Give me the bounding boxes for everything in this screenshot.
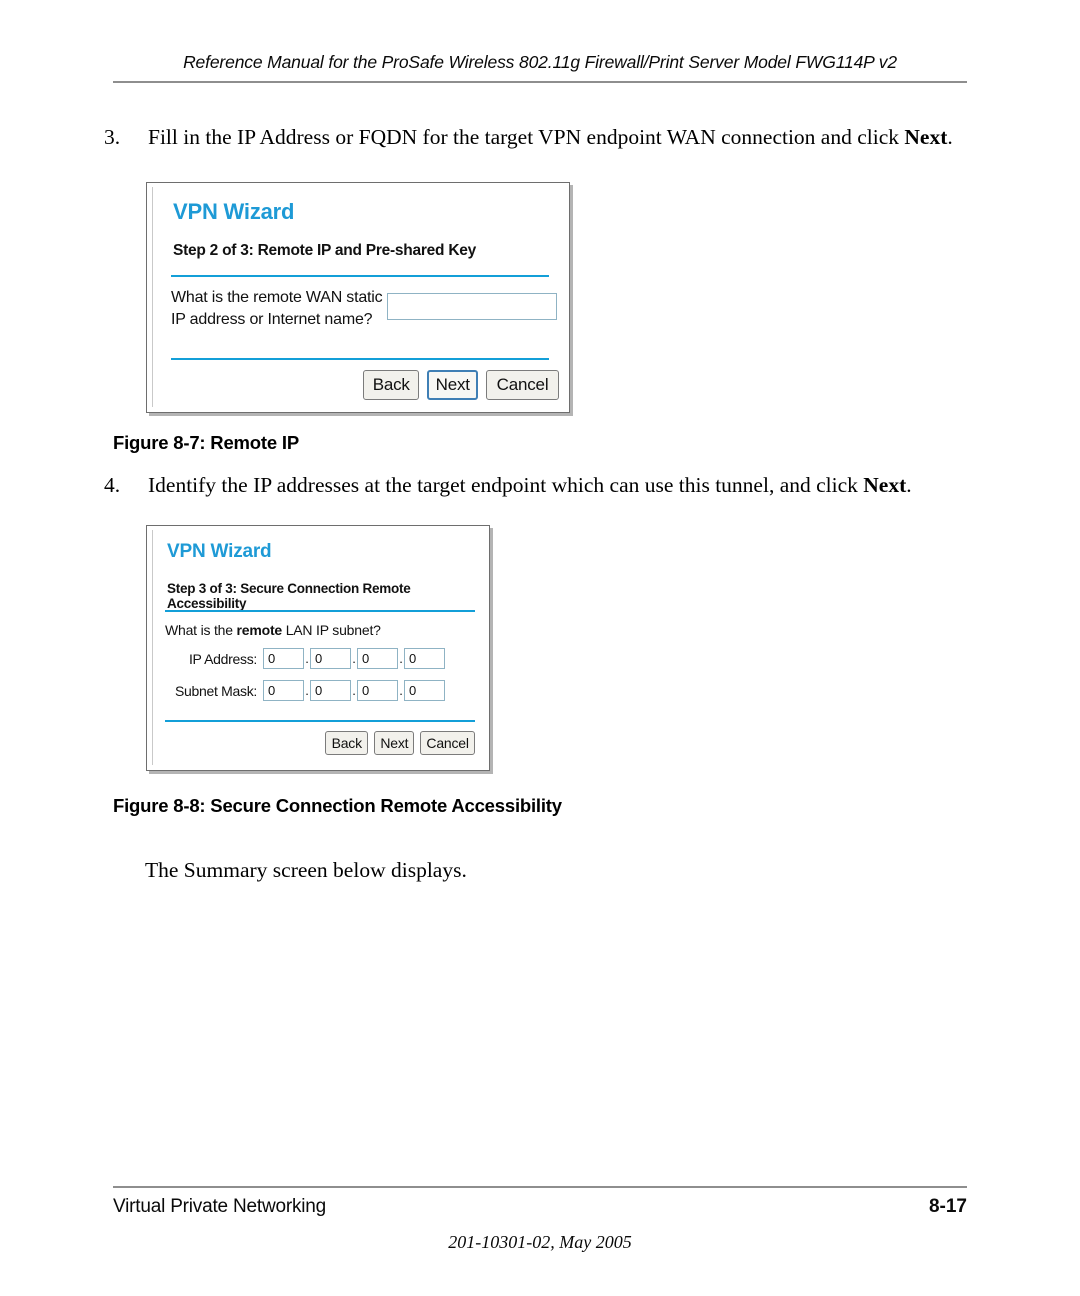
step-number: 4. xyxy=(104,473,121,497)
back-button[interactable]: Back xyxy=(363,370,420,400)
dialog-title: VPN Wizard xyxy=(167,541,272,562)
dialog-inner-panel: VPN Wizard Step 3 of 3: Secure Connectio… xyxy=(152,530,484,765)
step-text: Identify the IP addresses at the target … xyxy=(148,472,912,499)
figure-caption-8-7: Figure 8-7: Remote IP xyxy=(113,432,299,453)
step-item-3: 3. Fill in the IP Address or FQDN for th… xyxy=(104,124,953,151)
ip-address-octet-3[interactable] xyxy=(357,648,398,669)
cancel-button[interactable]: Cancel xyxy=(486,370,559,400)
ip-address-octet-4[interactable] xyxy=(404,648,445,669)
dialog-divider-bottom xyxy=(171,358,549,360)
step-text-after: . xyxy=(906,473,912,497)
footer-page-number: 8-17 xyxy=(928,1196,967,1217)
step-text-bold: Next xyxy=(863,473,907,497)
page-footer-divider xyxy=(113,1186,967,1188)
dialog-step-heading: Step 3 of 3: Secure Connection Remote Ac… xyxy=(167,581,411,611)
dialog-step-heading: Step 2 of 3: Remote IP and Pre-shared Ke… xyxy=(173,242,477,259)
dialog-button-row: Back Next Cancel xyxy=(363,369,559,401)
figure-caption-8-8: Figure 8-8: Secure Connection Remote Acc… xyxy=(113,795,562,816)
step-text: Fill in the IP Address or FQDN for the t… xyxy=(148,124,953,151)
ip-address-label: IP Address: xyxy=(188,650,257,667)
vpn-wizard-remote-accessibility-dialog: VPN Wizard Step 3 of 3: Secure Connectio… xyxy=(146,525,490,771)
page-footer: Virtual Private Networking 8-17 201-1030… xyxy=(113,1186,967,1253)
back-button[interactable]: Back xyxy=(325,731,369,755)
remote-wan-ip-input[interactable] xyxy=(387,293,557,320)
subnet-mask-label: Subnet Mask: xyxy=(175,682,257,699)
footer-line: Virtual Private Networking 8-17 xyxy=(113,1196,967,1218)
ip-address-octet-2[interactable] xyxy=(310,648,351,669)
dialog-divider-top xyxy=(165,610,475,612)
page-header-divider xyxy=(113,81,967,83)
step-text-before: Identify the IP addresses at the target … xyxy=(148,473,864,497)
question-bold: remote xyxy=(236,622,283,638)
subnet-mask-octet-2[interactable] xyxy=(310,680,351,701)
question-suffix: LAN IP subnet? xyxy=(282,622,381,638)
next-button[interactable]: Next xyxy=(374,731,415,755)
question-prefix: What is the xyxy=(165,622,237,638)
dialog-inner-panel: VPN Wizard Step 2 of 3: Remote IP and Pr… xyxy=(152,187,564,407)
footer-section-title: Virtual Private Networking xyxy=(113,1196,327,1217)
page-header-title: Reference Manual for the ProSafe Wireles… xyxy=(183,52,897,72)
ip-address-field-row: IP Address: . . . xyxy=(165,648,445,669)
step-item-4: 4. Identify the IP addresses at the targ… xyxy=(104,472,912,499)
subnet-mask-octet-4[interactable] xyxy=(404,680,445,701)
footer-document-id: 201-10301-02, May 2005 xyxy=(448,1232,632,1252)
vpn-wizard-remote-ip-dialog: VPN Wizard Step 2 of 3: Remote IP and Pr… xyxy=(146,182,570,413)
dialog-title: VPN Wizard xyxy=(173,199,295,224)
next-button[interactable]: Next xyxy=(427,370,479,400)
remote-lan-subnet-question-label: What is the remote LAN IP subnet? xyxy=(165,622,381,638)
step-text-bold: Next xyxy=(904,125,948,149)
ip-address-octet-1[interactable] xyxy=(263,648,304,669)
step-text-after: . xyxy=(947,125,953,149)
cancel-button[interactable]: Cancel xyxy=(420,731,475,755)
dialog-divider-bottom xyxy=(165,720,475,722)
step-number: 3. xyxy=(104,125,121,149)
dialog-button-row: Back Next Cancel xyxy=(325,730,475,756)
page-header: Reference Manual for the ProSafe Wireles… xyxy=(113,52,967,83)
subnet-mask-octet-1[interactable] xyxy=(263,680,304,701)
subnet-mask-field-row: Subnet Mask: . . . xyxy=(165,680,445,701)
remote-wan-question-label: What is the remote WAN static IP address… xyxy=(171,289,383,328)
subnet-mask-octet-3[interactable] xyxy=(357,680,398,701)
dialog-divider-top xyxy=(171,275,549,277)
step-text-before: Fill in the IP Address or FQDN for the t… xyxy=(148,125,905,149)
summary-paragraph: The Summary screen below displays. xyxy=(145,858,467,882)
